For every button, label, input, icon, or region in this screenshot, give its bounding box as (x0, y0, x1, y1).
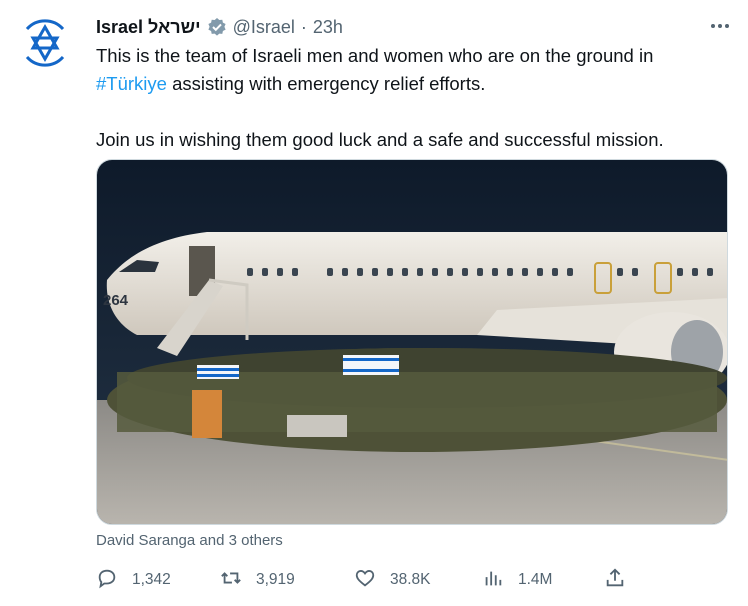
like-count: 38.8K (390, 571, 431, 588)
tweet-photo[interactable]: 264 (96, 159, 728, 525)
retweet-count: 3,919 (256, 571, 295, 588)
tweet-text: This is the team of Israeli men and wome… (96, 42, 726, 154)
aircraft-number: 264 (103, 292, 129, 309)
liked-by-text[interactable]: David Saranga and 3 others (96, 532, 283, 549)
tweet-actions: 1,342 3,919 38.8K 1.4M (96, 566, 636, 594)
author-handle[interactable]: @Israel (233, 17, 295, 38)
hashtag-link[interactable]: #Türkiye (96, 73, 167, 94)
heart-icon (354, 567, 376, 594)
reply-button[interactable]: 1,342 (96, 566, 171, 594)
tweet-line-3: Join us in wishing them good luck and a … (96, 129, 664, 150)
retweet-button[interactable]: 3,919 (220, 566, 295, 594)
reply-count: 1,342 (132, 571, 171, 588)
views-chart-icon (482, 567, 504, 594)
tweet-line-2-rest: assisting with emergency relief efforts. (166, 73, 486, 94)
separator-dot: · (300, 16, 307, 37)
avatar[interactable] (16, 14, 74, 72)
retweet-icon (220, 567, 242, 594)
tweet-header: Israel ישראל @Israel · 23h (96, 14, 734, 40)
share-button[interactable] (604, 566, 626, 594)
timestamp[interactable]: 23h (313, 17, 343, 38)
team-photo-illustration: 264 (97, 160, 727, 524)
tweet-line-1: This is the team of Israeli men and wome… (96, 45, 654, 66)
verified-badge-icon (207, 17, 227, 37)
more-options-icon[interactable] (708, 18, 732, 34)
author-name[interactable]: Israel ישראל (96, 17, 201, 38)
views-button[interactable]: 1.4M (482, 566, 552, 594)
tweet-line-2: #Türkiye assisting with emergency relief… (96, 70, 726, 98)
views-count: 1.4M (518, 571, 553, 588)
reply-icon (96, 567, 118, 594)
share-icon (604, 567, 626, 594)
star-of-david-icon (25, 19, 65, 67)
like-button[interactable]: 38.8K (354, 566, 431, 594)
